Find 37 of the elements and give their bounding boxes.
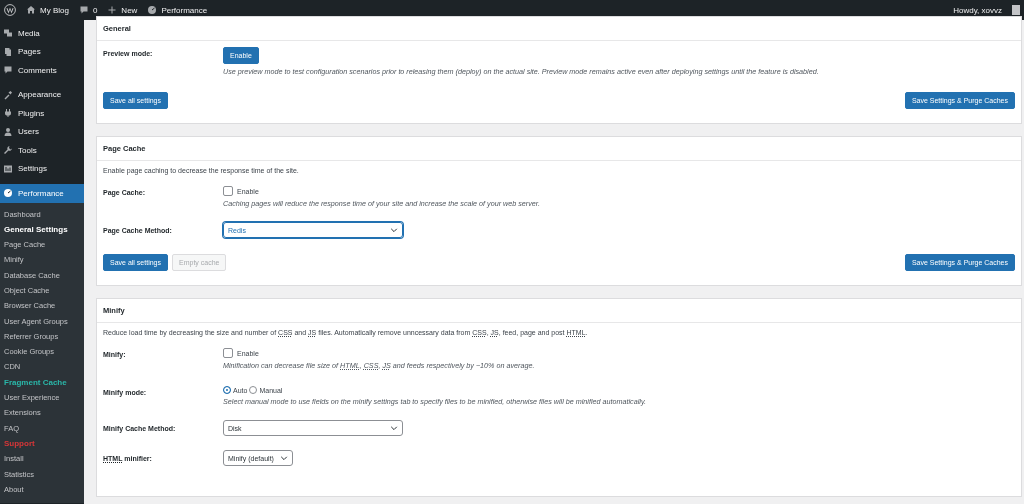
radio-button[interactable] [249, 386, 258, 394]
sidebar-menu-item[interactable]: Users [0, 122, 84, 141]
radio-button[interactable] [223, 386, 231, 394]
speech-bubble-icon [3, 65, 13, 76]
checkbox[interactable] [223, 186, 233, 196]
checkbox[interactable] [223, 348, 233, 358]
media-icon [3, 28, 13, 39]
speech-bubble-icon [78, 5, 89, 15]
chevron-down-icon [390, 424, 398, 432]
performance-menu-link[interactable]: Performance [161, 5, 208, 15]
plus-icon [107, 5, 118, 15]
sidebar-menu-item[interactable]: Plugins [0, 104, 84, 123]
user-icon [3, 126, 13, 137]
settings-icon [3, 163, 13, 174]
submenu-item[interactable]: Fragment Cache [0, 374, 84, 391]
sidebar-menu-item[interactable]: Settings [0, 159, 84, 178]
wrench-icon [3, 145, 13, 156]
wordpress-logo-icon[interactable] [4, 4, 16, 16]
brush-icon [3, 89, 13, 100]
gauge-icon [147, 5, 158, 15]
sidebar-menu-item[interactable]: Media [0, 24, 84, 43]
sidebar-menu-item[interactable]: Performance [0, 184, 84, 203]
pages-icon [3, 46, 13, 57]
sidebar-menu-item[interactable]: Pages [0, 42, 84, 61]
site-name-link[interactable]: My Blog [40, 5, 69, 15]
sidebar-menu-item[interactable]: Comments [0, 61, 84, 80]
plug-icon [3, 108, 13, 119]
gauge-icon [3, 188, 13, 199]
home-icon [26, 5, 36, 15]
submenu-item[interactable]: General Settings [0, 221, 84, 238]
sidebar-menu-item[interactable]: Tools [0, 141, 84, 160]
sidebar-menu-item[interactable]: Appearance [0, 85, 84, 104]
new-content-link[interactable]: New [121, 5, 138, 15]
chevron-down-icon [280, 454, 288, 462]
comment-count[interactable]: 0 [92, 5, 98, 15]
chevron-down-icon [390, 226, 398, 234]
greeting-link[interactable]: Howdy, xovvz [953, 5, 1002, 15]
